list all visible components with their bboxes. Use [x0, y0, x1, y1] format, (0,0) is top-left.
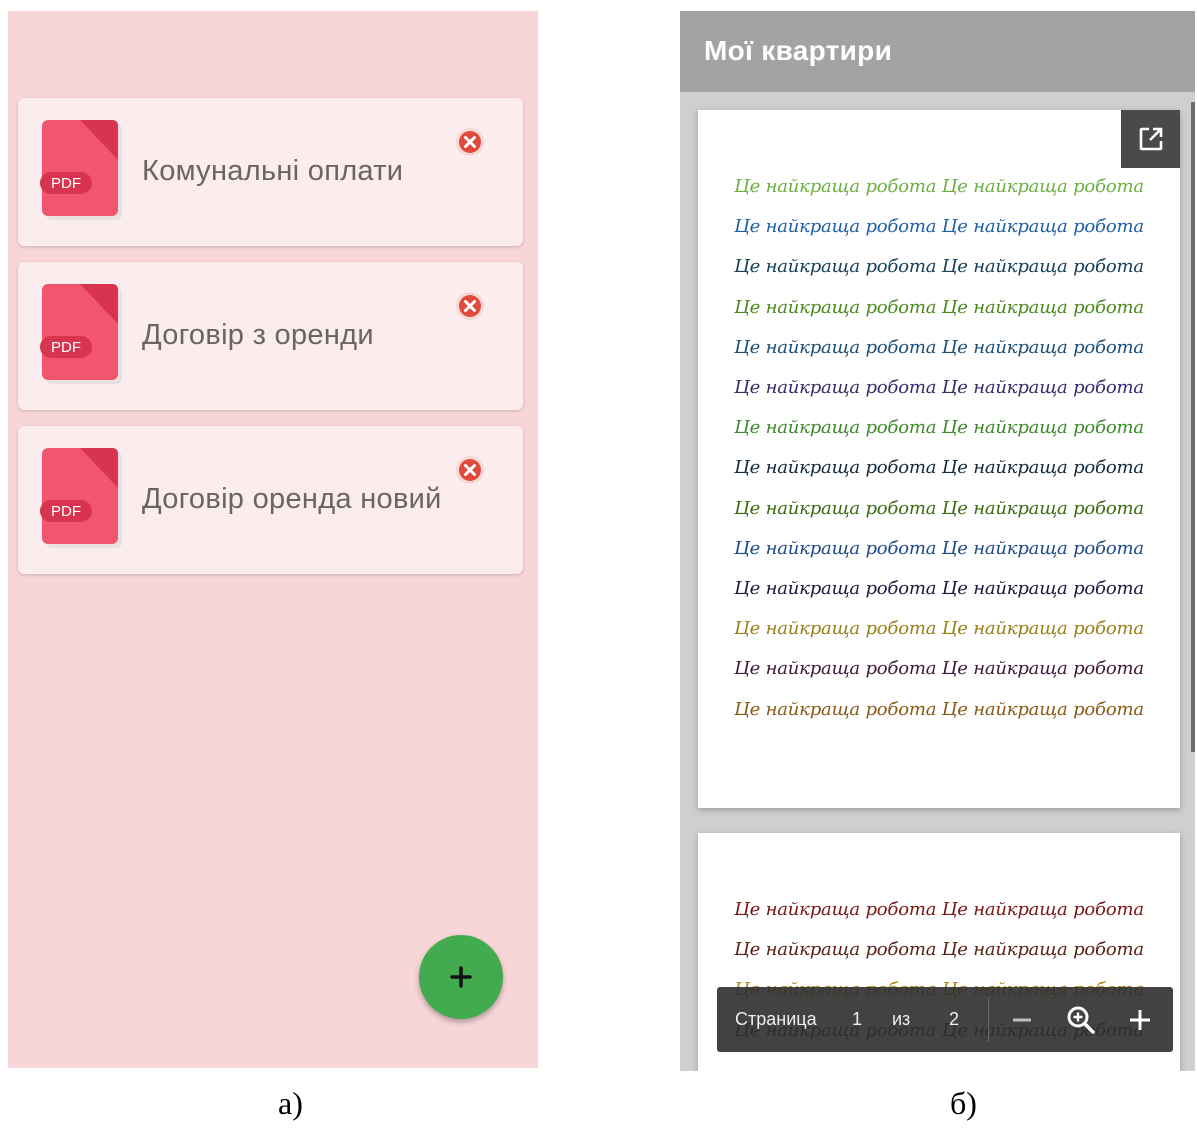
pdf-text-line: Це найкраща робота Це найкраща робота: [734, 658, 1144, 680]
pdf-text-line: Це найкраща робота Це найкраща робота: [734, 457, 1144, 479]
delete-icon[interactable]: [455, 291, 485, 321]
pdf-text-line: Це найкраща робота Це найкраща робота: [734, 497, 1144, 519]
file-card-3[interactable]: PDF Договір оренда новий: [18, 426, 523, 574]
pdf-file-icon: PDF: [40, 284, 122, 384]
total-pages: 2: [949, 1009, 960, 1029]
pdf-text-line: Це найкраща робота Це найкраща робота: [734, 899, 1144, 920]
file-card-1[interactable]: PDF Комунальні оплати: [18, 98, 523, 246]
delete-icon[interactable]: [455, 127, 485, 157]
caption-b: б): [950, 1085, 977, 1121]
scrollbar[interactable]: [1191, 102, 1195, 752]
zoom-in-button[interactable]: [1123, 1003, 1157, 1037]
pdf-text-line: Це найкраща робота Це найкраща робота: [734, 698, 1144, 720]
pdf-viewer-screen: Мої квартири Це найкраща робота Це найкр…: [680, 11, 1195, 1071]
zoom-reset-icon[interactable]: [1064, 1003, 1098, 1037]
pdf-text-line: Це найкраща робота Це найкраща робота: [734, 296, 1144, 318]
pdf-text-line: Це найкраща робота Це найкраща робота: [734, 618, 1144, 640]
pdf-text-line: Це найкраща робота Це найкраща робота: [734, 578, 1144, 599]
plus-icon: [450, 966, 472, 988]
file-name: Договір з оренди: [142, 319, 374, 351]
page-title: Мої квартири: [704, 35, 893, 66]
page-toolbar: Страница 1 из 2: [717, 987, 1173, 1052]
open-in-new-icon: [1139, 127, 1162, 151]
toolbar-divider: [988, 997, 989, 1042]
pdf-file-icon: PDF: [40, 448, 122, 548]
caption-a: а): [278, 1085, 303, 1121]
delete-icon[interactable]: [455, 455, 485, 485]
file-card-2[interactable]: PDF Договір з оренди: [18, 262, 523, 410]
open-external-button[interactable]: [1121, 110, 1180, 168]
pdf-page-1: Це найкраща робота Це найкраща робота Це …: [698, 110, 1180, 808]
pdf-file-icon: PDF: [40, 120, 122, 220]
pdf-text-line: Це найкраща робота Це найкраща робота: [734, 216, 1144, 238]
svg-text:PDF: PDF: [51, 339, 81, 356]
file-name: Договір оренда новий: [142, 483, 442, 515]
app-bar: Мої квартири: [680, 11, 1195, 92]
current-page-number: 1: [852, 1009, 863, 1029]
pdf-text-line: Це найкраща робота Це найкраща робота: [734, 176, 1144, 197]
pdf-text-line: Це найкраща робота Це найкраща робота: [734, 537, 1144, 559]
of-label: из: [892, 1009, 911, 1029]
zoom-out-button[interactable]: [1005, 1003, 1039, 1037]
pdf-text-line: Це найкраща робота Це найкраща робота: [734, 377, 1144, 398]
add-file-button[interactable]: [419, 935, 503, 1019]
pdf-text-line: Це найкраща робота Це найкраща робота: [734, 939, 1144, 961]
pdf-text-line: Це найкраща робота Це найкраща робота: [734, 256, 1144, 278]
svg-text:PDF: PDF: [51, 503, 81, 520]
pdf-viewer[interactable]: Це найкраща робота Це найкраща робота Це …: [680, 92, 1195, 1071]
file-name: Комунальні оплати: [142, 155, 404, 187]
file-list-screen: PDF Комунальні оплати PDF Договір з орен…: [8, 11, 538, 1068]
svg-text:PDF: PDF: [51, 175, 81, 192]
pdf-text-line: Це найкраща робота Це найкраща робота: [734, 336, 1144, 358]
pdf-text-line: Це найкраща робота Це найкраща робота: [734, 417, 1144, 439]
page-label: Страница: [735, 1009, 817, 1029]
